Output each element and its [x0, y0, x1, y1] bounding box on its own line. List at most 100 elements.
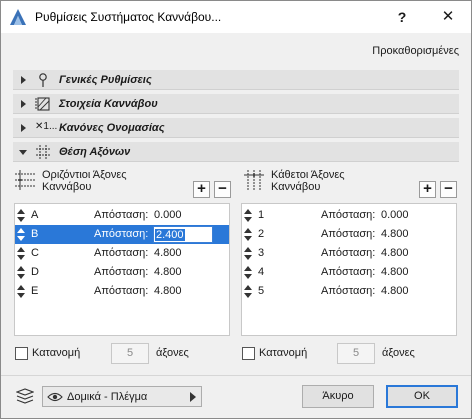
- axis-name: 4: [258, 266, 265, 278]
- horizontal-axes-icon: [15, 170, 35, 190]
- vertical-axes-icon: [244, 170, 264, 190]
- remove-horizontal-axis-button[interactable]: −: [214, 181, 231, 198]
- help-button[interactable]: ?: [391, 6, 413, 28]
- distance-label: Απόσταση:: [94, 266, 149, 278]
- list-item[interactable]: 3 Απόσταση: 4.800: [242, 244, 456, 263]
- axis-name: B: [31, 228, 39, 240]
- distance-value[interactable]: 0.000: [154, 209, 182, 221]
- distance-label: Απόσταση:: [94, 285, 149, 297]
- axis-name: 1: [258, 209, 265, 221]
- remove-vertical-axis-button[interactable]: −: [440, 181, 457, 198]
- layers-icon: [16, 388, 34, 404]
- close-button[interactable]: ✕: [437, 6, 459, 28]
- naming-icon: ✕1...: [35, 121, 58, 132]
- vertical-axes-list: 1 Απόσταση: 0.000 2 Απόσταση: 4.800 3 Απ…: [241, 203, 457, 336]
- distance-label: Απόσταση:: [94, 228, 149, 240]
- section-label: Κανόνες Ονομασίας: [59, 122, 165, 134]
- distance-value[interactable]: 4.800: [381, 285, 409, 297]
- presets-link[interactable]: Προκαθορισμένες: [372, 45, 459, 57]
- title-line: Καννάβου: [42, 181, 92, 193]
- list-item[interactable]: 1 Απόσταση: 0.000: [242, 206, 456, 225]
- window-title: Ρυθμίσεις Συστήματος Καννάβου...: [35, 10, 222, 24]
- section-label: Στοιχεία Καννάβου: [59, 98, 158, 110]
- title-line: Καννάβου: [271, 181, 321, 193]
- add-vertical-axis-button[interactable]: +: [419, 181, 436, 198]
- section-axes-position[interactable]: Θέση Αξόνων: [13, 142, 459, 162]
- archicad-logo-icon: [10, 9, 26, 25]
- list-item[interactable]: 4 Απόσταση: 4.800: [242, 263, 456, 282]
- distance-label: Απόσταση:: [321, 266, 376, 278]
- horizontal-axes-list: A Απόσταση: 0.000 B Απόσταση: 2.400 C Απ…: [14, 203, 230, 336]
- list-item[interactable]: A Απόσταση: 0.000: [15, 206, 229, 225]
- eye-icon: [47, 392, 63, 402]
- vertical-axes-count-input[interactable]: 5: [337, 343, 375, 364]
- expand-arrow-icon: [21, 124, 26, 132]
- axis-name: E: [31, 285, 39, 297]
- vertical-distribution-checkbox[interactable]: [242, 347, 255, 360]
- list-item[interactable]: E Απόσταση: 4.800: [15, 282, 229, 301]
- axis-name: C: [31, 247, 39, 259]
- distance-label: Απόσταση:: [321, 285, 376, 297]
- distance-value[interactable]: 4.800: [154, 247, 182, 259]
- list-item[interactable]: D Απόσταση: 4.800: [15, 263, 229, 282]
- chevron-right-icon: [190, 392, 196, 402]
- axis-name: 2: [258, 228, 265, 240]
- drag-handle-icon[interactable]: [17, 247, 25, 260]
- title-line: Κάθετοι Άξονες: [271, 169, 345, 181]
- drag-handle-icon[interactable]: [244, 285, 252, 298]
- drag-handle-icon[interactable]: [17, 266, 25, 279]
- layer-label: Δομικά - Πλέγμα: [67, 391, 148, 403]
- distance-label: Απόσταση:: [94, 209, 149, 221]
- unit-label: άξονες: [382, 347, 415, 359]
- drag-handle-icon[interactable]: [244, 266, 252, 279]
- layer-dropdown[interactable]: Δομικά - Πλέγμα: [42, 386, 202, 407]
- list-item[interactable]: C Απόσταση: 4.800: [15, 244, 229, 263]
- distance-value[interactable]: 0.000: [381, 209, 409, 221]
- ok-button[interactable]: OK: [386, 385, 458, 408]
- distance-value: 2.400: [155, 229, 185, 241]
- section-label: Γενικές Ρυθμίσεις: [59, 74, 152, 86]
- title-line: Οριζόντιοι Άξονες: [42, 169, 127, 181]
- drag-handle-icon[interactable]: [17, 209, 25, 222]
- section-general-settings[interactable]: Γενικές Ρυθμίσεις: [13, 70, 459, 90]
- grid-axes-icon: [36, 145, 50, 159]
- list-item[interactable]: 5 Απόσταση: 4.800: [242, 282, 456, 301]
- distance-label: Απόσταση:: [321, 247, 376, 259]
- horizontal-distribution-checkbox[interactable]: [15, 347, 28, 360]
- axis-name: 3: [258, 247, 265, 259]
- grid-system-settings-dialog: Ρυθμίσεις Συστήματος Καννάβου... ? ✕ Προ…: [0, 0, 472, 419]
- horizontal-axes-count-input[interactable]: 5: [111, 343, 149, 364]
- drag-handle-icon[interactable]: [17, 228, 25, 241]
- axis-name: A: [31, 209, 39, 221]
- distance-label: Απόσταση:: [321, 209, 376, 221]
- grid-element-icon: [35, 97, 50, 111]
- pin-icon: [39, 73, 47, 87]
- drag-handle-icon[interactable]: [244, 228, 252, 241]
- distribution-label: Κατανομή: [32, 347, 81, 359]
- distance-value[interactable]: 4.800: [381, 228, 409, 240]
- axis-name: D: [31, 266, 39, 278]
- distance-label: Απόσταση:: [321, 228, 376, 240]
- distance-value[interactable]: 4.800: [154, 285, 182, 297]
- distance-value[interactable]: 4.800: [154, 266, 182, 278]
- horizontal-axes-title: Οριζόντιοι Άξονες Καννάβου: [42, 169, 127, 193]
- cancel-button[interactable]: Άκυρο: [302, 385, 374, 408]
- expand-arrow-icon: [21, 76, 26, 84]
- section-grid-elements[interactable]: Στοιχεία Καννάβου: [13, 94, 459, 114]
- drag-handle-icon[interactable]: [244, 209, 252, 222]
- distance-label: Απόσταση:: [94, 247, 149, 259]
- distribution-label: Κατανομή: [259, 347, 308, 359]
- drag-handle-icon[interactable]: [17, 285, 25, 298]
- distance-value[interactable]: 4.800: [381, 266, 409, 278]
- drag-handle-icon[interactable]: [244, 247, 252, 260]
- axis-name: 5: [258, 285, 265, 297]
- distance-input[interactable]: 2.400: [153, 226, 213, 243]
- add-horizontal-axis-button[interactable]: +: [193, 181, 210, 198]
- vertical-axes-title: Κάθετοι Άξονες Καννάβου: [271, 169, 345, 193]
- list-item-selected[interactable]: B Απόσταση: 2.400: [15, 225, 229, 244]
- expand-arrow-icon: [21, 100, 26, 108]
- list-item[interactable]: 2 Απόσταση: 4.800: [242, 225, 456, 244]
- unit-label: άξονες: [156, 347, 189, 359]
- section-naming-rules[interactable]: ✕1... Κανόνες Ονομασίας: [13, 118, 459, 138]
- distance-value[interactable]: 4.800: [381, 247, 409, 259]
